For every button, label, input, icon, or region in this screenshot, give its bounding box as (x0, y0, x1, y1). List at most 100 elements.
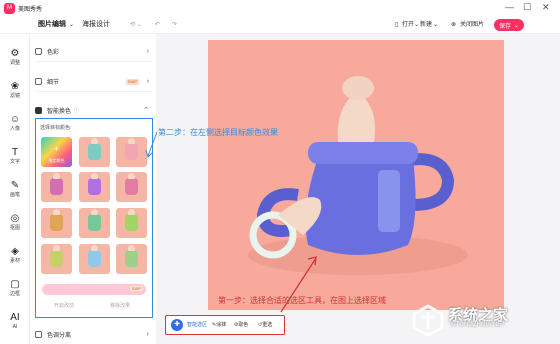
history-icon[interactable]: ⟲ ⌄ (130, 21, 142, 30)
row-label: 色彩 (47, 50, 60, 56)
reselect-button[interactable]: ↺重选 (258, 321, 272, 329)
bottle-icon (88, 173, 101, 195)
selection-toolbar: ✚ 智能选区 ✎涂抹 ⊘取色 ↺重选 (165, 315, 285, 335)
chevron-down-icon[interactable]: ⌄ (414, 21, 419, 30)
remove-effect-link[interactable]: 移除改果 (110, 302, 130, 309)
sidebar-item[interactable]: ◈ 素材 (0, 246, 30, 265)
sidebar-item[interactable]: AI AI (0, 312, 30, 331)
bottle-icon (50, 245, 63, 267)
compare-link[interactable]: 开启改前 (54, 302, 74, 309)
sidebar-item[interactable]: T 文字 (0, 147, 30, 166)
color-swatch[interactable] (41, 172, 72, 202)
chevron-down-icon[interactable]: ⌄ (433, 21, 438, 30)
sidebar-item[interactable]: ⚙ 调整 (0, 48, 30, 67)
tone-icon (35, 330, 42, 338)
smart-color-title: 智能换色 (47, 108, 72, 115)
sidebar-label: 滤镜 (9, 93, 20, 99)
sidebar-item[interactable]: ◎ 抠图 (0, 213, 30, 232)
bottle-icon (88, 138, 101, 160)
color-swatch[interactable] (116, 244, 147, 274)
bottle-icon (125, 138, 138, 160)
smart-color-box: 选择目标颜色: + 指定颜色 SVIP 开启改前 移除改果 (35, 118, 153, 318)
select-target-color-label: 选择目标颜色: (40, 125, 72, 131)
app-logo-icon: M (4, 2, 15, 14)
plus-icon: + (53, 144, 60, 154)
pick-color-label: 取色 (238, 322, 249, 328)
row-tone-separation[interactable]: 色调分离 › (35, 326, 153, 342)
save-button[interactable]: 保存 ⌄ (494, 19, 524, 31)
sidebar-label: 调整 (9, 60, 20, 66)
minimize-icon[interactable]: — (505, 2, 514, 12)
undo-icon[interactable]: ↶ (155, 21, 160, 30)
sidebar-label: 素材 (9, 258, 20, 264)
smart-color-icon (35, 106, 42, 114)
sidebar-icon: ✎ (10, 180, 20, 191)
new-button[interactable]: 新建 (420, 21, 432, 30)
color-swatch[interactable] (79, 244, 110, 274)
sidebar-item[interactable]: ▢ 边框 (0, 279, 30, 298)
chevron-down-icon[interactable]: ⌄ (69, 21, 74, 30)
sidebar-icon: ☺ (9, 114, 21, 125)
pick-color-button[interactable]: ⊘取色 (234, 321, 248, 329)
bottle-icon (88, 209, 101, 231)
open-icon: ▯ (395, 22, 399, 28)
watermark-url: XITONGZHIJIA.NET (450, 322, 505, 328)
redo-icon[interactable]: ↷ (172, 21, 177, 30)
color-icon (35, 48, 42, 55)
sidebar-item[interactable]: ❀ 滤镜 (0, 81, 30, 100)
row-detail[interactable]: 细节 SVIP › (35, 72, 153, 92)
watermark-logo-icon (412, 304, 444, 336)
color-swatch[interactable] (41, 244, 72, 274)
sidebar-icon: AI (10, 312, 20, 323)
bottle-icon (125, 173, 138, 195)
save-label: 保存 (498, 23, 511, 30)
bottle-icon (125, 209, 138, 231)
row-label: 色调分离 (47, 332, 72, 339)
watermark: 系统之家 XITONGZHIJIA.NET (408, 300, 558, 340)
color-swatch[interactable] (79, 137, 110, 167)
chevron-down-icon: ⌄ (513, 22, 520, 29)
tab-image-edit[interactable]: 图片编辑 (38, 20, 66, 30)
chevron-right-icon: › (146, 330, 149, 338)
close-image-icon: ⊗ (451, 22, 457, 28)
sidebar-item[interactable]: ☺ 人像 (0, 114, 30, 133)
color-swatch[interactable] (116, 172, 147, 202)
color-swatch[interactable] (79, 208, 110, 238)
step1-arrow (280, 256, 317, 313)
sidebar-icon: ◈ (11, 246, 19, 257)
edited-image[interactable] (208, 40, 504, 310)
color-swatch[interactable] (116, 137, 147, 167)
close-image-button[interactable]: 关闭图片 (460, 21, 484, 30)
color-swatch[interactable] (116, 208, 147, 238)
reselect-label: 重选 (262, 322, 273, 328)
sidebar-item[interactable]: ✎ 画笔 (0, 180, 30, 199)
row-color[interactable]: 色彩 › (35, 42, 153, 62)
step2-annotation: 第二步：在左侧选择目标颜色效果 (158, 128, 278, 137)
svip-badge: SVIP (129, 286, 143, 291)
maximize-icon[interactable]: ☐ (523, 2, 531, 12)
info-icon: ⓘ (74, 107, 80, 114)
chevron-up-icon: ⌃ (143, 107, 149, 114)
sidebar-icon: ❀ (10, 81, 20, 92)
chevron-right-icon: › (146, 48, 149, 55)
sidebar-icon: ◎ (10, 213, 20, 224)
smart-select-button[interactable]: 智能选区 (187, 321, 207, 329)
open-button[interactable]: 打开 (402, 21, 414, 30)
sidebar-icon: ▢ (10, 279, 20, 290)
bottle-icon (50, 173, 63, 195)
smart-color-header[interactable]: 智能换色 ⓘ ⌃ (35, 100, 153, 120)
selection-tool-icon[interactable]: ✚ (171, 319, 183, 331)
color-swatch[interactable] (79, 172, 110, 202)
close-icon[interactable]: ✕ (542, 2, 550, 12)
app-name: 美图秀秀 (18, 6, 43, 13)
custom-color-swatch[interactable]: + 指定颜色 (41, 137, 72, 167)
color-swatch[interactable] (41, 208, 72, 238)
chevron-right-icon: › (146, 78, 149, 85)
tab-poster-design[interactable]: 海报设计 (82, 20, 110, 30)
brush-select-label: 涂抹 (216, 322, 227, 328)
row-label: 细节 (47, 80, 60, 86)
sidebar-label: AI (12, 324, 18, 330)
brush-select-button[interactable]: ✎涂抹 (212, 321, 226, 329)
apply-button[interactable]: SVIP (42, 284, 146, 295)
sidebar-label: 文字 (9, 159, 20, 165)
